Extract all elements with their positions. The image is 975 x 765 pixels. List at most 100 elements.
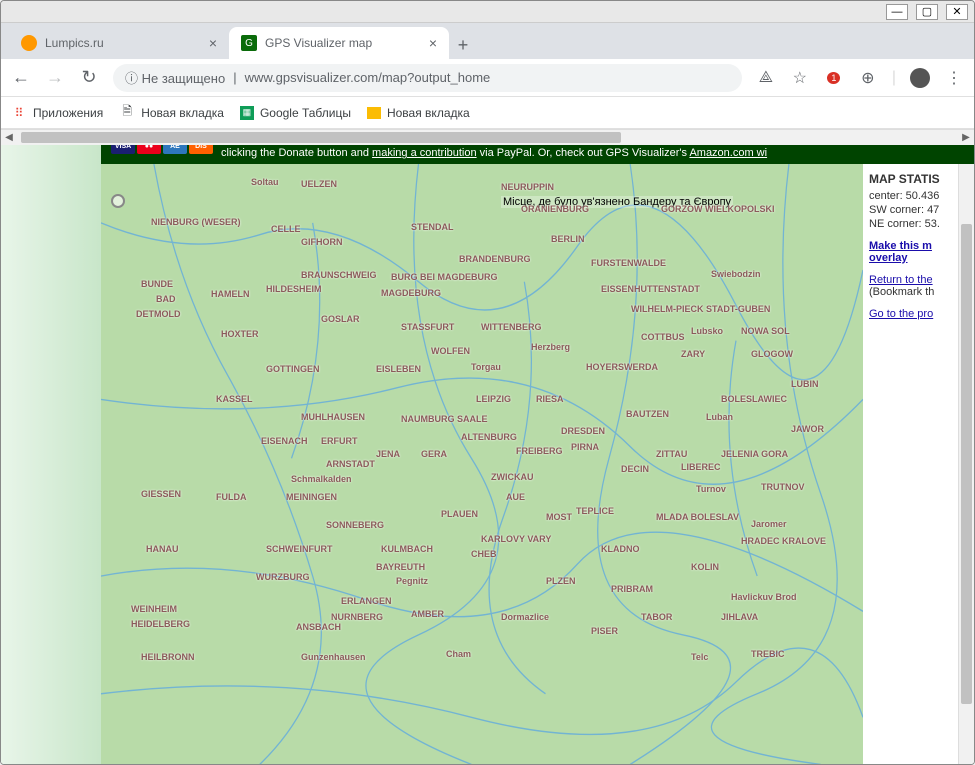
city-label: COTTBUS — [641, 332, 685, 342]
new-tab-button[interactable]: + — [449, 31, 477, 59]
city-label: HILDESHEIM — [266, 284, 322, 294]
city-label: TABOR — [641, 612, 672, 622]
stat-ne: NE corner: 53. — [869, 218, 952, 230]
city-label: Herzberg — [531, 342, 570, 352]
city-label: ZITTAU — [656, 449, 687, 459]
scroll-thumb[interactable] — [961, 224, 972, 704]
profile-link[interactable]: Go to the pro — [869, 308, 933, 320]
city-label: GIFHORN — [301, 237, 343, 247]
city-label: EISSENHUTTENSTADT — [601, 284, 700, 294]
close-button[interactable]: ✕ — [946, 4, 968, 20]
amazon-link[interactable]: Amazon.com wi — [689, 147, 767, 159]
extension-icon[interactable]: 1 — [824, 68, 844, 88]
city-label: JELENIA GORA — [721, 449, 788, 459]
stat-center: center: 50.436 — [869, 190, 952, 202]
city-label: GOTTINGEN — [266, 364, 320, 374]
city-label: BRANDENBURG — [459, 254, 531, 264]
city-label: HANAU — [146, 544, 179, 554]
city-label: STASSFURT — [401, 322, 454, 332]
vertical-scrollbar[interactable] — [958, 164, 974, 764]
scroll-thumb[interactable] — [21, 132, 621, 143]
favicon-icon — [21, 35, 37, 51]
minimize-button[interactable]: — — [886, 4, 908, 20]
return-link[interactable]: Return to the — [869, 274, 933, 286]
city-label: Havlickuv Brod — [731, 592, 797, 602]
city-label: WURZBURG — [256, 572, 310, 582]
city-label: PLAUEN — [441, 509, 478, 519]
city-label: WEINHEIM — [131, 604, 177, 614]
bookmark-newtab2[interactable]: Новая вкладка — [367, 106, 470, 120]
overlay-link2[interactable]: overlay — [869, 252, 908, 264]
city-label: Jaromer — [751, 519, 787, 529]
address-bar: ← → ↻ ⓘ Не защищено | www.gpsvisualizer.… — [1, 59, 974, 97]
bookmark-star-icon[interactable]: ☆ — [790, 68, 810, 88]
city-label: MUHLHAUSEN — [301, 412, 365, 422]
city-label: Cham — [446, 649, 471, 659]
city-label: WILHELM-PIECK STADT-GUBEN — [631, 304, 770, 314]
city-label: Turnov — [696, 484, 726, 494]
city-label: Gunzenhausen — [301, 652, 366, 662]
city-label: ERLANGEN — [341, 596, 392, 606]
city-label: KARLOVY VARY — [481, 534, 551, 544]
stats-heading: MAP STATIS — [869, 172, 952, 186]
url-input[interactable]: ⓘ Не защищено | www.gpsvisualizer.com/ma… — [113, 64, 742, 92]
city-label: PISER — [591, 626, 618, 636]
city-label: Swiebodzin — [711, 269, 761, 279]
city-label: NURNBERG — [331, 612, 383, 622]
overlay-link[interactable]: Make this m — [869, 240, 932, 252]
city-label: TREBIC — [751, 649, 785, 659]
city-label: DECIN — [621, 464, 649, 474]
tab-strip: Lumpics.ru × G GPS Visualizer map × + — [1, 23, 974, 59]
city-label: DRESDEN — [561, 426, 605, 436]
map-sidebar: MAP STATIS center: 50.436 SW corner: 47 … — [863, 164, 958, 764]
reload-button[interactable]: ↻ — [79, 68, 99, 88]
city-label: NEURUPPIN — [501, 182, 554, 192]
translate-icon[interactable]: ⟁ — [756, 68, 776, 88]
url-text: www.gpsvisualizer.com/map?output_home — [245, 70, 491, 85]
forward-button[interactable]: → — [45, 68, 65, 88]
city-label: NOWA SOL — [741, 326, 790, 336]
horizontal-scrollbar[interactable]: ◀ ▶ — [1, 129, 974, 145]
city-label: PLZEN — [546, 576, 576, 586]
city-label: GIESSEN — [141, 489, 181, 499]
city-label: BUNDE — [141, 279, 173, 289]
tab-title: GPS Visualizer map — [265, 36, 372, 50]
city-label: EISENACH — [261, 436, 308, 446]
city-label: ZARY — [681, 349, 705, 359]
bookmark-sheets[interactable]: ▦Google Таблицы — [240, 106, 351, 120]
city-label: LUBIN — [791, 379, 819, 389]
tab-lumpics[interactable]: Lumpics.ru × — [9, 27, 229, 59]
city-label: Torgau — [471, 362, 501, 372]
profile-avatar[interactable] — [910, 68, 930, 88]
menu-icon[interactable]: ⋮ — [944, 68, 964, 88]
back-button[interactable]: ← — [11, 68, 31, 88]
city-label: STENDAL — [411, 222, 454, 232]
apps-icon: ⠿ — [11, 105, 27, 121]
maximize-button[interactable]: ▢ — [916, 4, 938, 20]
contribution-link[interactable]: making a contribution — [372, 147, 477, 159]
city-label: KASSEL — [216, 394, 253, 404]
tab-gpsvisualizer[interactable]: G GPS Visualizer map × — [229, 27, 449, 59]
scroll-right-icon[interactable]: ▶ — [958, 130, 974, 146]
globe-icon[interactable]: ⊕ — [858, 68, 878, 88]
close-tab-icon[interactable]: × — [429, 35, 437, 51]
map-canvas[interactable]: Місце, де було ув'язнено Бандеру та Євро… — [101, 164, 863, 764]
city-label: HAMELN — [211, 289, 250, 299]
city-label: GERA — [421, 449, 447, 459]
close-tab-icon[interactable]: × — [209, 35, 217, 51]
bookmark-newtab1[interactable]: 🗎Новая вкладка — [119, 105, 224, 121]
city-label: BAYREUTH — [376, 562, 425, 572]
city-label: NAUMBURG SAALE — [401, 414, 488, 424]
city-label: BAUTZEN — [626, 409, 669, 419]
city-label: JENA — [376, 449, 400, 459]
city-label: FURSTENWALDE — [591, 258, 666, 268]
apps-button[interactable]: ⠿Приложения — [11, 105, 103, 121]
recenter-icon[interactable] — [111, 194, 125, 208]
scroll-left-icon[interactable]: ◀ — [1, 130, 17, 146]
city-label: ALTENBURG — [461, 432, 517, 442]
city-label: EISLEBEN — [376, 364, 421, 374]
city-label: HRADEC KRALOVE — [741, 536, 826, 546]
city-label: MOST — [546, 512, 572, 522]
city-label: ERFURT — [321, 436, 358, 446]
city-label: Luban — [706, 412, 733, 422]
